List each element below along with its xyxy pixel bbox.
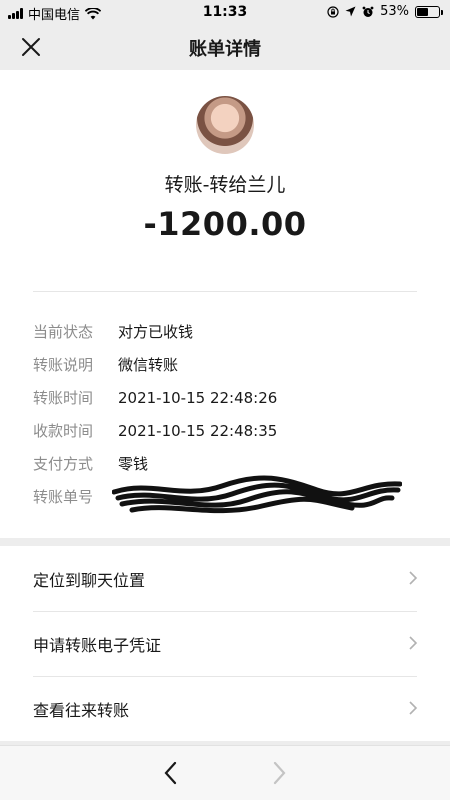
detail-value: 微信转账 (118, 356, 179, 374)
detail-row-transfer-time: 转账时间 2021-10-15 22:48:26 (33, 381, 423, 414)
chevron-right-icon[interactable] (268, 760, 290, 786)
detail-row-receive-time: 收款时间 2021-10-15 22:48:35 (33, 414, 423, 447)
detail-value: 对方已收钱 (118, 323, 194, 341)
locate-chat-item[interactable]: 定位到聊天位置 (0, 546, 450, 611)
detail-value: 2021-10-15 22:48:26 (118, 388, 278, 407)
detail-label: 当前状态 (33, 323, 94, 341)
transaction-amount: -1200.00 (143, 205, 307, 243)
detail-label: 转账说明 (33, 356, 94, 374)
chevron-left-icon[interactable] (160, 760, 182, 786)
page-title: 账单详情 (189, 39, 261, 60)
request-voucher-item[interactable]: 申请转账电子凭证 (0, 611, 450, 676)
detail-value: 2021-10-15 22:48:35 (118, 421, 278, 440)
alarm-icon (362, 6, 374, 17)
nav-bar: 账单详情 (0, 24, 450, 70)
status-right: 53% (327, 4, 443, 19)
detail-label: 转账单号 (33, 488, 94, 506)
payee-name: 转账-转给兰儿 (164, 174, 286, 196)
battery-percent: 53% (380, 4, 409, 19)
detail-label: 收款时间 (33, 422, 94, 440)
avatar (196, 96, 254, 154)
list-item-label: 申请转账电子凭证 (33, 635, 162, 655)
divider (33, 291, 417, 292)
battery-icon (415, 5, 443, 18)
view-transfers-item[interactable]: 查看往来转账 (0, 676, 450, 741)
redaction-scribble (112, 475, 402, 514)
detail-label: 支付方式 (33, 455, 94, 473)
list-item-label: 查看往来转账 (33, 700, 130, 720)
location-icon (345, 6, 356, 17)
screen-lock-icon (327, 5, 339, 18)
detail-label: 转账时间 (33, 389, 94, 407)
chevron-right-icon (409, 571, 418, 585)
bottom-toolbar (0, 745, 450, 800)
list-item-label: 定位到聊天位置 (33, 570, 146, 590)
battery-fill (417, 7, 429, 16)
chevron-right-icon (409, 701, 418, 715)
action-list: 定位到聊天位置 申请转账电子凭证 查看往来转账 (0, 546, 450, 741)
chevron-right-icon (409, 636, 418, 650)
transaction-card: 转账-转给兰儿 -1200.00 当前状态 对方已收钱 转账说明 微信转账 转账… (0, 70, 450, 538)
detail-row-note: 转账说明 微信转账 (33, 348, 423, 381)
status-bar: 中国电信 11:33 53% (0, 0, 450, 24)
detail-row-status: 当前状态 对方已收钱 (33, 315, 423, 348)
